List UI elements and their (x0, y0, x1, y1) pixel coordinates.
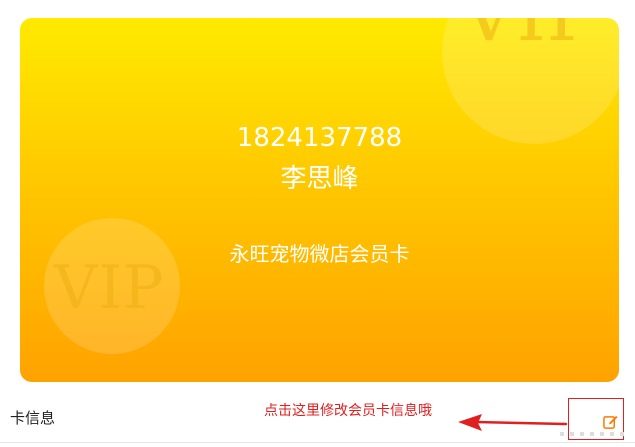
edit-hint-text: 点击这里修改会员卡信息哦 (264, 403, 432, 419)
member-card-page: VIP VIP 1824137788 李思峰 永旺宠物微店会员卡 卡信息 点击这… (0, 0, 635, 447)
edit-icon (603, 415, 618, 429)
hint-arrow-icon (458, 414, 568, 431)
vip-member-card: VIP VIP 1824137788 李思峰 永旺宠物微店会员卡 (20, 18, 619, 382)
card-shop-name: 永旺宠物微店会员卡 (229, 242, 410, 266)
bottom-divider (0, 442, 635, 443)
card-holder-name: 李思峰 (280, 164, 359, 194)
corner-decoration (560, 432, 630, 442)
card-decor-circle-bottom: VIP (44, 218, 180, 354)
card-info-bar: 卡信息 点击这里修改会员卡信息哦 (0, 396, 635, 442)
card-phone-number: 1824137788 (236, 123, 403, 153)
card-info-label: 卡信息 (10, 409, 56, 427)
vip-watermark-top: VIP (462, 18, 597, 52)
